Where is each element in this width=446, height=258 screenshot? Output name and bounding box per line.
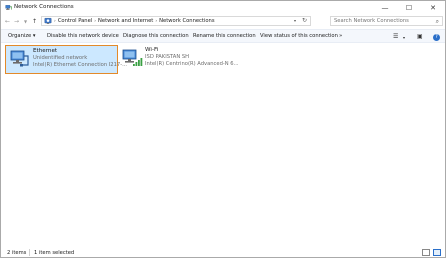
close-button[interactable]: ✕ (421, 1, 445, 14)
chevron-right-icon[interactable]: › (94, 19, 96, 24)
address-dropdown-icon[interactable]: ▾ (294, 18, 296, 23)
connection-adapter: Intel(R) Ethernet Connection I217-... (33, 62, 128, 68)
connections-list: Ethernet Unidentified network Intel(R) E… (1, 43, 445, 247)
organize-button[interactable]: Organize ▾ (8, 33, 36, 39)
arrow-right-icon[interactable]: → (12, 16, 21, 26)
connection-status: Unidentified network (33, 55, 88, 61)
rename-connection-button[interactable]: Rename this connection (193, 33, 256, 39)
explorer-window: Network Connections — ☐ ✕ ← → ▼ ↑ › Cont… (0, 0, 446, 258)
arrow-left-icon[interactable]: ← (3, 16, 12, 26)
connection-name: Wi-Fi (145, 47, 159, 53)
arrow-up-icon[interactable]: ↑ (30, 16, 39, 26)
network-connections-icon (5, 5, 12, 10)
connection-item-wifi[interactable]: Wi-Fi ISD PAKISTAN SH Intel(R) Centrino(… (118, 45, 239, 74)
details-view-icon[interactable] (422, 249, 430, 256)
wifi-adapter-icon (122, 49, 143, 66)
view-dropdown-icon[interactable]: ▾ (403, 35, 405, 40)
window-title: Network Connections (14, 4, 74, 10)
breadcrumb-network-connections[interactable]: Network Connections (159, 18, 214, 24)
command-bar: Organize ▾ Disable this network device D… (1, 29, 445, 43)
search-box[interactable]: ⌕ (330, 16, 443, 26)
diagnose-connection-button[interactable]: Diagnose this connection (123, 33, 189, 39)
help-icon[interactable]: ? (433, 34, 440, 41)
selection-count: 1 item selected (34, 250, 75, 256)
connection-adapter: Intel(R) Centrino(R) Advanced-N 6... (145, 61, 239, 67)
search-input[interactable] (331, 18, 431, 24)
refresh-icon[interactable]: ↻ (302, 17, 307, 24)
navigation-bar: ← → ▼ ↑ › Control Panel › Network and In… (1, 14, 445, 28)
more-commands-button[interactable]: » (339, 33, 342, 39)
address-bar[interactable]: › Control Panel › Network and Internet ›… (41, 16, 311, 26)
tiles-view-icon[interactable] (433, 249, 441, 256)
preview-pane-icon[interactable]: ▣ (417, 33, 423, 40)
status-divider (29, 249, 30, 256)
change-view-icon[interactable]: ☰ (393, 33, 398, 40)
connection-text: Ethernet Unidentified network Intel(R) E… (33, 48, 127, 69)
search-icon[interactable]: ⌕ (436, 18, 439, 26)
status-bar: 2 items 1 item selected (1, 247, 445, 258)
minimize-button[interactable]: — (373, 1, 397, 14)
chevron-right-icon: › (54, 18, 56, 24)
connection-status: ISD PAKISTAN SH (145, 54, 190, 60)
breadcrumb-control-panel[interactable]: Control Panel (58, 18, 92, 24)
connection-name: Ethernet (33, 48, 58, 54)
disable-device-button[interactable]: Disable this network device (47, 33, 119, 39)
maximize-button[interactable]: ☐ (397, 1, 421, 14)
view-status-button[interactable]: View status of this connection (260, 33, 338, 39)
connection-item-ethernet[interactable]: Ethernet Unidentified network Intel(R) E… (5, 45, 127, 74)
ethernet-adapter-icon (10, 50, 29, 67)
connection-text: Wi-Fi ISD PAKISTAN SH Intel(R) Centrino(… (145, 47, 239, 68)
chevron-right-icon[interactable]: › (155, 19, 157, 24)
chevron-down-icon[interactable]: ▼ (21, 16, 30, 26)
title-bar: Network Connections — ☐ ✕ (1, 1, 445, 14)
item-count: 2 items (7, 250, 27, 256)
breadcrumb-network-and-internet[interactable]: Network and Internet (98, 18, 153, 24)
control-panel-icon (44, 18, 52, 24)
